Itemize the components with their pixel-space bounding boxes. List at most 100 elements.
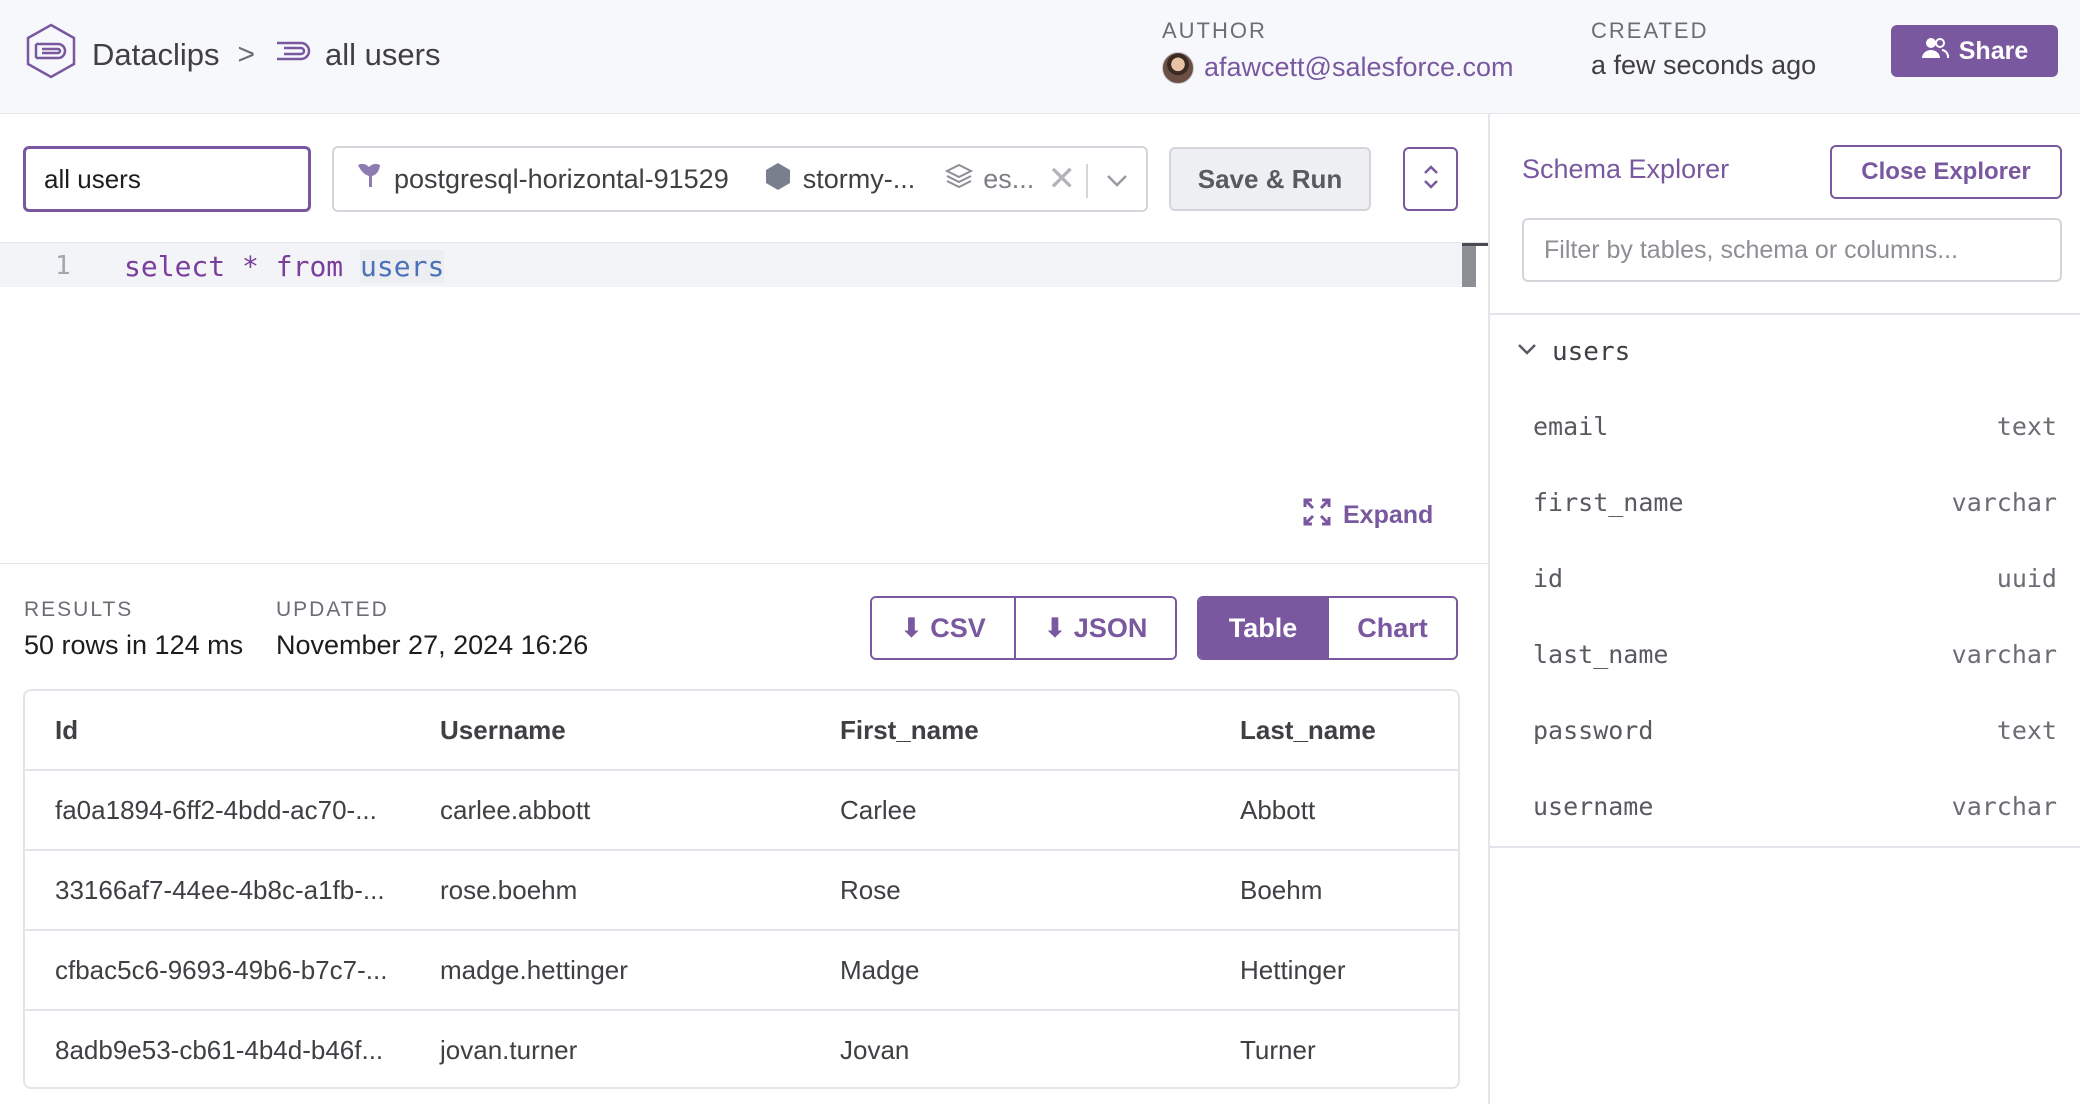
- line-number: 1: [55, 251, 71, 281]
- table-cell: Turner: [1240, 1035, 1316, 1065]
- chevron-down-icon[interactable]: [1104, 168, 1130, 201]
- sql-code[interactable]: select * from users: [124, 250, 445, 283]
- author-link[interactable]: afawcett@salesforce.com: [1204, 52, 1514, 83]
- dataclip-name-input[interactable]: [23, 146, 311, 212]
- schema-table-name: users: [1552, 336, 1631, 367]
- expand-icon: [1303, 498, 1331, 533]
- database-select[interactable]: postgresql-horizontal-91529 stormy-... e…: [332, 146, 1148, 212]
- table-cell: Abbott: [1240, 795, 1316, 825]
- view-toggle-group: Table Chart: [1197, 596, 1458, 660]
- schema-column-name: email: [1533, 412, 1609, 441]
- schema-column-type: uuid: [1996, 564, 2057, 593]
- schema-explorer-title: Schema Explorer: [1522, 154, 1730, 184]
- app-hexagon-icon: [763, 161, 793, 198]
- dataclips-logo-icon[interactable]: [22, 22, 80, 88]
- avatar: [1162, 52, 1194, 84]
- schema-column-type: varchar: [1951, 488, 2057, 517]
- schema-divider: [1490, 846, 2080, 848]
- column-header-last-name[interactable]: Last_name: [1240, 715, 1376, 746]
- table-cell: jovan.turner: [440, 1035, 578, 1065]
- column-header-id[interactable]: Id: [55, 715, 78, 746]
- scrollbar-thumb[interactable]: [1462, 243, 1476, 287]
- column-header-username[interactable]: Username: [440, 715, 566, 746]
- schema-column-row[interactable]: password text: [1533, 716, 2057, 745]
- schema-divider: [1490, 313, 2080, 315]
- schema-column-type: text: [1996, 412, 2057, 441]
- download-button-group: ⬇ CSV ⬇ JSON: [870, 596, 1177, 660]
- share-button[interactable]: Share: [1891, 25, 2058, 77]
- schema-column-name: username: [1533, 792, 1654, 821]
- schema-column-name: password: [1533, 716, 1654, 745]
- schema-column-row[interactable]: username varchar: [1533, 792, 2057, 821]
- expand-collapse-icon: [1422, 164, 1440, 195]
- updated-label: UPDATED: [276, 598, 389, 621]
- table-cell: 33166af7-44ee-4b8c-a1fb-...: [55, 875, 385, 905]
- breadcrumb: Dataclips > all users: [22, 22, 440, 88]
- table-row: cfbac5c6-9693-49b6-b7c7-... madge.hettin…: [25, 931, 1458, 1011]
- share-label: Share: [1958, 36, 2029, 65]
- save-run-button[interactable]: Save & Run: [1169, 147, 1371, 211]
- schema-column-row[interactable]: last_name varchar: [1533, 640, 2057, 669]
- table-cell: Carlee: [840, 795, 917, 825]
- schema-column-row[interactable]: first_name varchar: [1533, 488, 2057, 517]
- author-label: AUTHOR: [1162, 18, 1267, 43]
- table-cell: Boehm: [1240, 875, 1323, 905]
- created-label: CREATED: [1591, 18, 1709, 43]
- chevron-right-icon: >: [237, 38, 256, 71]
- schema-column-type: varchar: [1951, 640, 2057, 669]
- table-cell: 8adb9e53-cb61-4b4d-b46f...: [55, 1035, 384, 1065]
- sql-editor[interactable]: 1 select * from users Expand: [0, 242, 1488, 564]
- column-header-first-name[interactable]: First_name: [840, 715, 979, 746]
- space-layers-icon: [944, 162, 974, 197]
- table-view-button[interactable]: Table: [1199, 598, 1327, 658]
- scrollbar-cap: [1462, 243, 1488, 246]
- schema-column-name: first_name: [1533, 488, 1684, 517]
- results-table: Id Username First_name Last_name fa0a189…: [23, 689, 1460, 1089]
- users-icon: [1921, 37, 1949, 66]
- schema-column-row[interactable]: id uuid: [1533, 564, 2057, 593]
- table-row: fa0a1894-6ff2-4bdd-ac70-... carlee.abbot…: [25, 771, 1458, 851]
- clip-icon: [273, 35, 313, 75]
- table-row: 33166af7-44ee-4b8c-a1fb-... rose.boehm R…: [25, 851, 1458, 931]
- close-explorer-button[interactable]: Close Explorer: [1830, 145, 2062, 199]
- schema-filter-input[interactable]: [1522, 218, 2062, 282]
- schema-column-type: text: [1996, 716, 2057, 745]
- database-name: postgresql-horizontal-91529: [394, 163, 729, 194]
- clear-icon[interactable]: ✕: [1048, 159, 1077, 199]
- results-value: 50 rows in 124 ms: [24, 630, 244, 660]
- chart-view-button[interactable]: Chart: [1327, 598, 1456, 658]
- schema-column-row[interactable]: email text: [1533, 412, 2057, 441]
- app-name-link[interactable]: Dataclips: [92, 37, 220, 73]
- schema-explorer-panel: Schema Explorer Close Explorer users ema…: [1488, 114, 2080, 1104]
- table-cell: madge.hettinger: [440, 955, 628, 985]
- sql-keyword-select: select: [124, 250, 226, 283]
- table-cell: Hettinger: [1240, 955, 1346, 985]
- table-row: 8adb9e53-cb61-4b4d-b46f... jovan.turner …: [25, 1011, 1458, 1087]
- table-cell: Jovan: [840, 1035, 910, 1065]
- schema-column-type: varchar: [1951, 792, 2057, 821]
- table-cell: Rose: [840, 875, 901, 905]
- sql-table-name: users: [360, 250, 445, 283]
- download-csv-button[interactable]: ⬇ CSV: [872, 598, 1014, 658]
- table-cell: rose.boehm: [440, 875, 578, 905]
- clip-title: all users: [325, 37, 441, 72]
- schema-column-name: id: [1533, 564, 1564, 593]
- page-header: Dataclips > all users AUTHOR afawcett@sa…: [0, 0, 2080, 114]
- chevron-down-icon: [1516, 336, 1538, 367]
- space-name: es...: [983, 163, 1035, 194]
- sql-keyword-from: from: [275, 250, 344, 283]
- database-icon: [354, 161, 384, 198]
- app-name: stormy-...: [802, 163, 916, 194]
- editor-collapse-button[interactable]: [1403, 147, 1458, 211]
- results-label: RESULTS: [24, 598, 134, 621]
- schema-column-name: last_name: [1533, 640, 1669, 669]
- expand-label: Expand: [1343, 501, 1434, 529]
- sql-star: *: [242, 250, 259, 283]
- table-header-row: Id Username First_name Last_name: [25, 691, 1458, 771]
- expand-button[interactable]: Expand: [1303, 498, 1433, 533]
- download-json-button[interactable]: ⬇ JSON: [1014, 598, 1175, 658]
- table-cell: carlee.abbott: [440, 795, 591, 825]
- editor-scrollbar[interactable]: [1462, 243, 1488, 287]
- schema-table-toggle[interactable]: users: [1516, 336, 1630, 367]
- created-value: a few seconds ago: [1591, 50, 1817, 80]
